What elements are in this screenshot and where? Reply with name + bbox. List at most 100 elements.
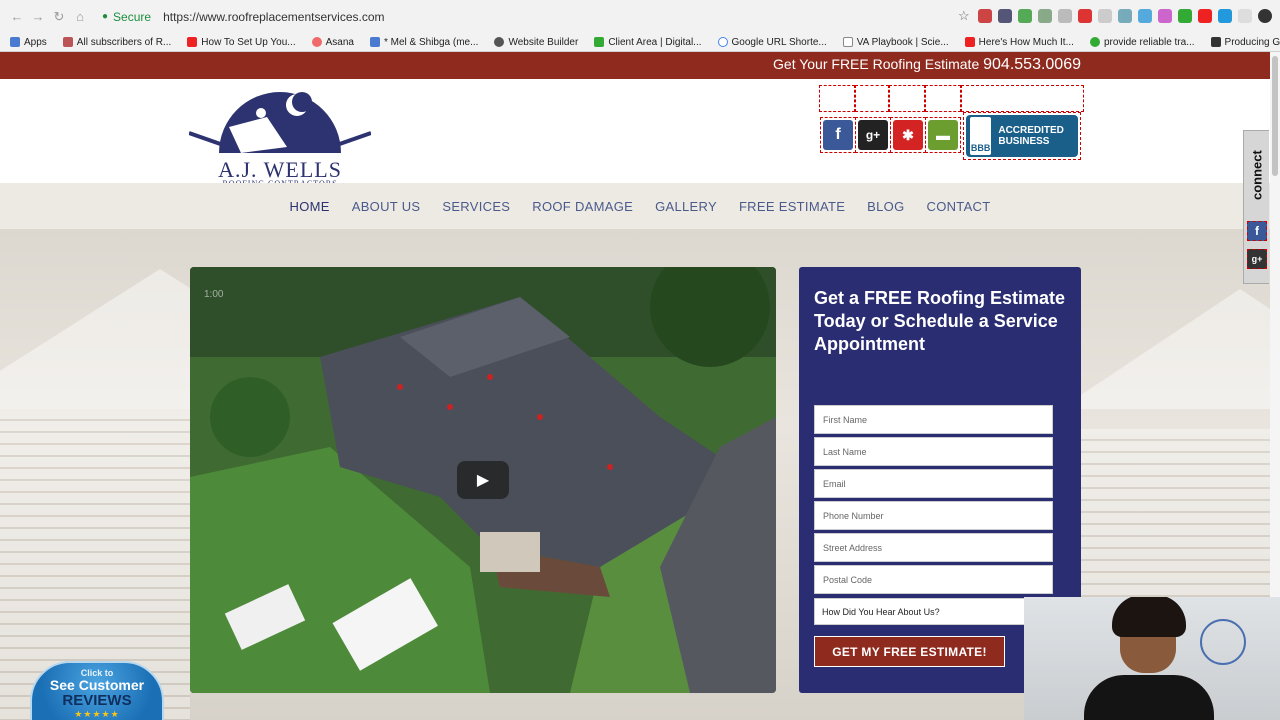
roof-video-player[interactable]: 1:00 ▶ xyxy=(190,267,776,693)
extension-icon[interactable] xyxy=(1178,9,1192,23)
reload-icon[interactable]: ↻ xyxy=(50,8,68,26)
bookmark-item[interactable]: Here's How Much It... xyxy=(964,36,1074,48)
street-address-field[interactable] xyxy=(814,533,1053,562)
nav-blog[interactable]: BLOG xyxy=(867,199,904,214)
scrollbar-thumb[interactable] xyxy=(1272,56,1278,176)
estimate-cta[interactable]: Get Your FREE Roofing Estimate 904.553.0… xyxy=(773,56,1081,74)
referral-source-select[interactable]: How Did You Hear About Us? xyxy=(814,598,1053,625)
extension-icon[interactable] xyxy=(1098,9,1112,23)
get-estimate-button[interactable]: GET MY FREE ESTIMATE! xyxy=(814,636,1005,667)
extension-icon[interactable] xyxy=(1218,9,1232,23)
extension-icon[interactable] xyxy=(1238,9,1252,23)
hero-background-roof xyxy=(1060,289,1280,409)
extension-icon[interactable] xyxy=(1118,9,1132,23)
home-icon[interactable]: ⌂ xyxy=(71,8,89,26)
last-name-field[interactable] xyxy=(814,437,1053,466)
postal-code-field[interactable] xyxy=(814,565,1053,594)
email-field[interactable] xyxy=(814,469,1053,498)
extension-icon[interactable] xyxy=(978,9,992,23)
estimate-cta-text: Get Your FREE Roofing Estimate xyxy=(773,56,980,72)
bookmark-label: Producing Good Co... xyxy=(1224,36,1280,48)
company-logo[interactable]: A.J. WELLS ROOFING CONTRACTORS xyxy=(188,87,372,188)
extension-icons: ☆ xyxy=(958,9,1272,23)
bookmark-item[interactable]: All subscribers of R... xyxy=(62,36,172,48)
secure-label: Secure xyxy=(113,9,152,24)
nav-home[interactable]: HOME xyxy=(290,199,330,214)
review-chat-icon[interactable]: ▬ xyxy=(928,120,958,150)
bookmark-item[interactable]: Asana xyxy=(311,37,354,48)
facebook-icon[interactable]: f xyxy=(1247,221,1267,241)
site-header: A.J. WELLS ROOFING CONTRACTORS f g+ ✱ ▬ … xyxy=(0,79,1280,188)
extension-icon[interactable] xyxy=(1058,9,1072,23)
connect-sidebar[interactable]: connect f g+ xyxy=(1243,130,1269,284)
bookmark-favicon-icon xyxy=(62,37,73,47)
address-bar[interactable]: ● Secure https://www.roofreplacementserv… xyxy=(102,5,902,29)
facebook-icon[interactable]: f xyxy=(823,120,853,150)
asana-icon xyxy=(311,37,322,47)
form-title: Get a FREE Roofing Estimate Today or Sch… xyxy=(814,288,1066,354)
bookmark-label: * Mel & Shibga (me... xyxy=(383,36,479,48)
forward-icon[interactable]: → xyxy=(29,8,47,26)
connect-label: connect xyxy=(1249,150,1265,200)
bookmark-item[interactable]: provide reliable tra... xyxy=(1089,37,1195,48)
top-cta-strip: Get Your FREE Roofing Estimate 904.553.0… xyxy=(0,52,1280,79)
lock-icon: ● xyxy=(102,11,109,22)
bookmark-label: Client Area | Digital... xyxy=(608,36,702,48)
youtube-icon xyxy=(187,37,198,47)
google-plus-icon[interactable]: g+ xyxy=(858,120,888,150)
nav-services[interactable]: SERVICES xyxy=(442,199,510,214)
bookmark-item[interactable]: Google URL Shorte... xyxy=(717,37,827,48)
nav-about-us[interactable]: ABOUT US xyxy=(352,199,421,214)
bookmark-label: Website Builder xyxy=(508,36,579,48)
back-icon[interactable]: ← xyxy=(8,8,26,26)
main-navigation: HOME ABOUT US SERVICES ROOF DAMAGE GALLE… xyxy=(0,183,1280,229)
social-placeholder xyxy=(961,85,1084,112)
extension-icon[interactable] xyxy=(1198,9,1212,23)
extension-icon[interactable] xyxy=(1138,9,1152,23)
extension-icon[interactable] xyxy=(1018,9,1032,23)
extension-icon[interactable] xyxy=(1078,9,1092,23)
bookmark-apps[interactable]: Apps xyxy=(10,37,47,48)
bookmark-item[interactable]: Producing Good Co... xyxy=(1210,36,1280,48)
extension-icon[interactable] xyxy=(998,9,1012,23)
nav-contact[interactable]: CONTACT xyxy=(927,199,991,214)
apps-grid-icon xyxy=(10,37,20,47)
social-placeholder xyxy=(925,85,961,112)
wall-poster xyxy=(1200,619,1246,665)
presenter-body xyxy=(1084,675,1214,720)
nav-gallery[interactable]: GALLERY xyxy=(655,199,717,214)
browser-toolbar: ← → ↻ ⌂ ● Secure https://www.roofreplace… xyxy=(0,0,1280,33)
social-placeholder xyxy=(819,85,855,112)
phone-number[interactable]: 904.553.0069 xyxy=(983,56,1081,73)
bookmark-label: Apps xyxy=(24,36,47,48)
bookmark-favicon-icon xyxy=(594,37,605,47)
presenter-hair xyxy=(1112,597,1186,637)
bookmark-item[interactable]: How To Set Up You... xyxy=(187,37,296,48)
bookmark-favicon-icon xyxy=(1089,37,1100,47)
bookmark-item[interactable]: VA Playbook | Scie... xyxy=(842,36,949,48)
bookmark-favicon-icon xyxy=(369,37,380,47)
bbb-badge[interactable]: BBB ACCREDITED BUSINESS xyxy=(963,112,1081,160)
profile-icon[interactable] xyxy=(1258,9,1272,23)
bookmark-item[interactable]: Website Builder xyxy=(494,37,578,48)
google-plus-icon[interactable]: g+ xyxy=(1247,249,1267,269)
bookmark-item[interactable]: * Mel & Shibga (me... xyxy=(369,36,479,48)
bookmark-label: VA Playbook | Scie... xyxy=(856,36,949,48)
reviews-see-text: See Customer xyxy=(49,677,145,693)
url-text[interactable]: https://www.roofreplacementservices.com xyxy=(163,10,384,24)
bookmark-label: All subscribers of R... xyxy=(76,36,172,48)
logo-emblem-icon xyxy=(188,92,372,153)
star-icon[interactable]: ☆ xyxy=(958,9,972,23)
customer-reviews-badge[interactable]: Click to See Customer REVIEWS ★★★★★ xyxy=(30,661,164,720)
nav-free-estimate[interactable]: FREE ESTIMATE xyxy=(739,199,845,214)
first-name-field[interactable] xyxy=(814,405,1053,434)
bbb-accredited-text: ACCREDITED BUSINESS xyxy=(998,125,1064,147)
play-button[interactable]: ▶ xyxy=(457,461,509,499)
nav-roof-damage[interactable]: ROOF DAMAGE xyxy=(532,199,633,214)
bookmark-item[interactable]: Client Area | Digital... xyxy=(594,36,702,48)
extension-icon[interactable] xyxy=(1158,9,1172,23)
phone-field[interactable] xyxy=(814,501,1053,530)
yelp-icon[interactable]: ✱ xyxy=(893,120,923,150)
bookmark-label: Here's How Much It... xyxy=(978,36,1074,48)
extension-icon[interactable] xyxy=(1038,9,1052,23)
